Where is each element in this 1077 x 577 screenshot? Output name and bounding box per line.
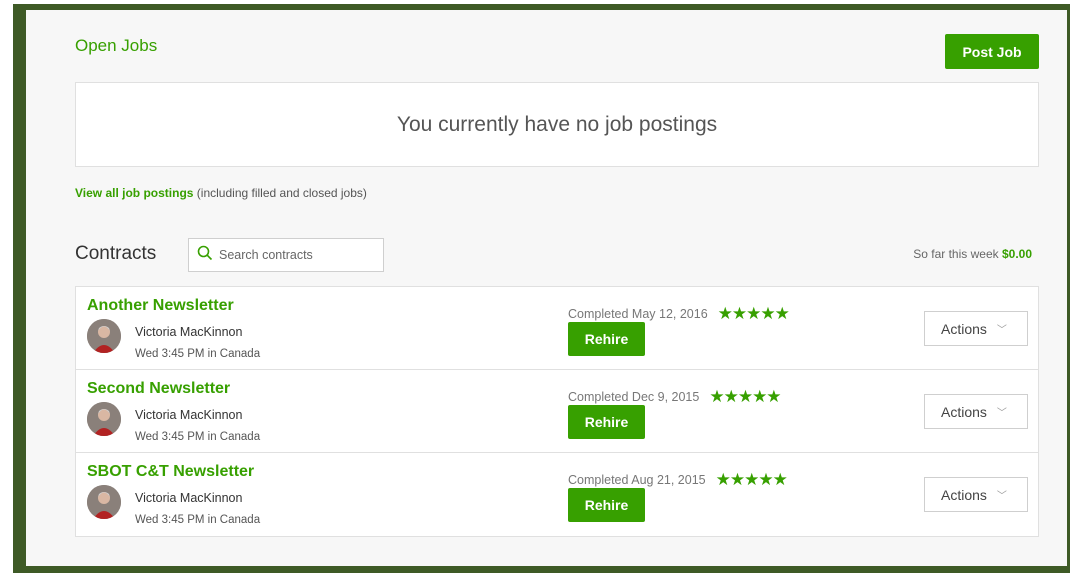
actions-label: Actions [941, 320, 987, 337]
freelancer-name: Victoria MacKinnon [135, 408, 243, 422]
search-contracts-input[interactable] [219, 248, 369, 262]
actions-dropdown[interactable]: Actions ﹀ [924, 394, 1028, 429]
contract-title-link[interactable]: Second Newsletter [87, 380, 230, 398]
completed-date: Completed May 12, 2016 [568, 306, 708, 321]
rehire-button[interactable]: Rehire [568, 405, 645, 439]
chevron-down-icon: ﹀ [996, 408, 1007, 419]
chevron-down-icon: ﹀ [996, 325, 1007, 336]
avatar[interactable] [87, 319, 121, 353]
view-all-postings-note: (including filled and closed jobs) [193, 186, 367, 200]
freelancer-name: Victoria MacKinnon [135, 491, 243, 505]
completion-status: Completed Dec 9, 2015 ★★★★★ [568, 387, 782, 406]
view-all-postings-line: View all job postings (including filled … [75, 186, 367, 200]
completed-date: Completed Dec 9, 2015 [568, 389, 700, 404]
completed-date: Completed Aug 21, 2015 [568, 472, 706, 487]
avatar[interactable] [87, 402, 121, 436]
week-label: So far this week [913, 247, 1002, 261]
post-job-button[interactable]: Post Job [945, 34, 1039, 69]
rehire-button[interactable]: Rehire [568, 488, 645, 522]
contract-title-link[interactable]: SBOT C&T Newsletter [87, 463, 254, 481]
freelancer-local-time: Wed 3:45 PM in Canada [135, 431, 261, 443]
contract-row: SBOT C&T Newsletter Victoria MacKinnon W… [76, 453, 1038, 536]
actions-dropdown[interactable]: Actions ﹀ [924, 477, 1028, 512]
star-rating-icon: ★★★★★ [715, 470, 788, 489]
contract-row: Another Newsletter Victoria MacKinnon We… [76, 287, 1038, 370]
star-rating-icon: ★★★★★ [709, 387, 781, 406]
contract-row: Second Newsletter Victoria MacKinnon Wed… [76, 370, 1038, 453]
freelancer-name: Victoria MacKinnon [135, 325, 243, 339]
open-jobs-heading: Open Jobs [75, 36, 158, 55]
search-icon [197, 245, 213, 266]
actions-label: Actions [941, 486, 987, 503]
completion-status: Completed May 12, 2016 ★★★★★ [568, 304, 790, 323]
weekly-earnings: So far this week $0.00 [913, 247, 1032, 261]
empty-state-message: You currently have no job postings [396, 112, 718, 136]
star-rating-icon: ★★★★★ [717, 304, 790, 323]
actions-label: Actions [941, 403, 987, 420]
rehire-button[interactable]: Rehire [568, 322, 645, 356]
contract-title-link[interactable]: Another Newsletter [87, 297, 234, 315]
job-postings-empty-state: You currently have no job postings [75, 82, 1039, 167]
contracts-search[interactable] [188, 238, 384, 272]
completion-status: Completed Aug 21, 2015 ★★★★★ [568, 470, 788, 489]
week-amount: $0.00 [1001, 247, 1032, 261]
actions-dropdown[interactable]: Actions ﹀ [924, 311, 1028, 346]
chevron-down-icon: ﹀ [996, 491, 1007, 502]
freelancer-local-time: Wed 3:45 PM in Canada [135, 514, 261, 526]
avatar[interactable] [87, 485, 121, 519]
contracts-list: Another Newsletter Victoria MacKinnon We… [75, 286, 1039, 537]
freelancer-local-time: Wed 3:45 PM in Canada [135, 348, 261, 360]
contracts-heading: Contracts [75, 243, 157, 264]
view-all-postings-link[interactable]: View all job postings [75, 186, 193, 200]
